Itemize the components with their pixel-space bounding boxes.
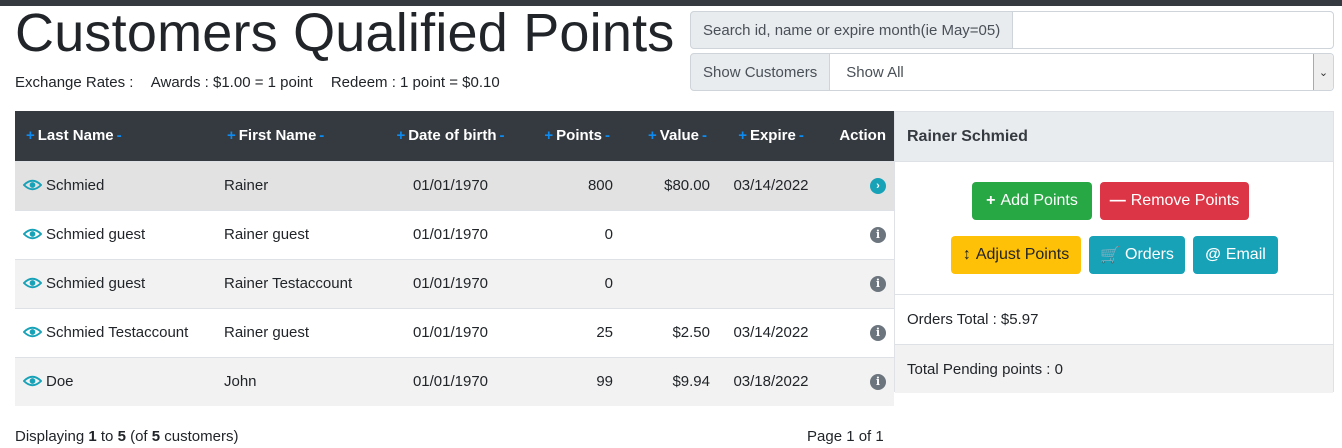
cell-points: 25	[527, 307, 621, 357]
cell-expire	[718, 258, 824, 308]
cell-points: 0	[527, 209, 621, 259]
cart-icon: 🛒	[1100, 247, 1121, 264]
cell-first-name: Rainer guest	[216, 307, 374, 357]
cell-dob: 01/01/1970	[374, 258, 527, 308]
table-header-row: + Last Name - + First Name - + Date of birth -…	[15, 111, 894, 161]
table-row[interactable]: Schmied Testaccount Rainer guest 01/01/1…	[15, 307, 894, 357]
eye-icon[interactable]	[23, 375, 42, 387]
cell-last-name[interactable]: Schmied guest	[15, 258, 216, 308]
page-indicator: Page 1 of 1	[807, 428, 884, 445]
exchange-rates: Exchange Rates : Awards : $1.00 = 1 poin…	[15, 74, 514, 91]
adjust-points-button[interactable]: ↕ Adjust Points	[951, 236, 1081, 274]
cell-dob: 01/01/1970	[374, 307, 527, 357]
header-dob[interactable]: + Date of birth -	[374, 111, 527, 161]
header-last-name[interactable]: + Last Name -	[15, 111, 216, 161]
cell-expire	[718, 209, 824, 259]
info-icon[interactable]: i	[870, 374, 886, 391]
cell-value: $9.94	[621, 356, 718, 406]
email-button[interactable]: @ Email	[1193, 236, 1278, 274]
pagination-summary: Displaying 1 to 5 (of 5 customers)	[15, 428, 239, 445]
cell-dob: 01/01/1970	[374, 209, 527, 259]
cell-value	[621, 209, 718, 259]
cell-value: $2.50	[621, 307, 718, 357]
cell-action: ›	[824, 160, 894, 210]
show-customers-value: Show All	[846, 63, 904, 81]
page-title: Customers Qualified Points	[15, 3, 675, 63]
chevron-down-icon[interactable]: ⌄	[1313, 54, 1333, 90]
eye-icon[interactable]	[23, 326, 42, 338]
cell-last-name[interactable]: Schmied guest	[15, 209, 216, 259]
cell-dob: 01/01/1970	[374, 356, 527, 406]
orders-total: Orders Total : $5.97	[907, 311, 1039, 328]
panel-actions: + Add Points — Remove Points ↕ Adjust Point…	[895, 162, 1333, 295]
table-row[interactable]: Schmied guest Rainer Testaccount 01/01/1…	[15, 258, 894, 308]
cell-action: i	[824, 209, 894, 259]
cell-first-name: Rainer	[216, 160, 374, 210]
show-customers-select[interactable]: Show All ⌄	[830, 53, 1334, 91]
header-expire[interactable]: + Expire -	[718, 111, 824, 161]
eye-icon[interactable]	[23, 179, 42, 191]
search-label: Search id, name or expire month(ie May=0…	[690, 11, 1014, 49]
header-value[interactable]: + Value -	[621, 111, 718, 161]
cell-dob: 01/01/1970	[374, 160, 527, 210]
cell-last-name[interactable]: Schmied	[15, 160, 216, 210]
panel-customer-name: Rainer Schmied	[895, 112, 1333, 162]
exchange-rates-label: Exchange Rates :	[15, 74, 134, 91]
table-row[interactable]: Doe John 01/01/1970 99 $9.94 03/18/2022 …	[15, 356, 894, 406]
cell-value: $80.00	[621, 160, 718, 210]
cell-points: 800	[527, 160, 621, 210]
minus-icon: —	[1109, 192, 1126, 209]
filter-group: Show Customers Show All ⌄	[690, 53, 1334, 91]
table-row[interactable]: Schmied Rainer 01/01/1970 800 $80.00 03/…	[15, 160, 894, 210]
search-group: Search id, name or expire month(ie May=0…	[690, 11, 1334, 49]
cell-first-name: John	[216, 356, 374, 406]
info-icon[interactable]: i	[870, 227, 886, 244]
cell-expire: 03/14/2022	[718, 307, 824, 357]
cell-expire: 03/14/2022	[718, 160, 824, 210]
arrows-vertical-icon: ↕	[962, 246, 971, 263]
pending-points: Total Pending points : 0	[895, 344, 1333, 393]
plus-icon: +	[986, 192, 996, 209]
eye-icon[interactable]	[23, 228, 42, 240]
remove-points-button[interactable]: — Remove Points	[1100, 182, 1249, 220]
cell-first-name: Rainer Testaccount	[216, 258, 374, 308]
header-action: Action	[824, 111, 894, 161]
add-points-button[interactable]: + Add Points	[972, 182, 1092, 220]
show-customers-label: Show Customers	[690, 53, 831, 91]
table-row[interactable]: Schmied guest Rainer guest 01/01/1970 0 …	[15, 209, 894, 259]
cell-value	[621, 258, 718, 308]
customer-panel: Rainer Schmied + Add Points — Remove Point…	[894, 111, 1334, 393]
cell-action: i	[824, 307, 894, 357]
header-first-name[interactable]: + First Name -	[216, 111, 374, 161]
cell-action: i	[824, 258, 894, 308]
header-points[interactable]: + Points -	[527, 111, 621, 161]
chevron-right-icon[interactable]: ›	[870, 178, 886, 195]
redeem-rate: Redeem : 1 point = $0.10	[330, 74, 500, 91]
at-icon: @	[1205, 246, 1221, 263]
search-input[interactable]	[1013, 11, 1334, 49]
cell-points: 99	[527, 356, 621, 406]
cell-action: i	[824, 356, 894, 406]
info-icon[interactable]: i	[870, 276, 886, 293]
cell-last-name[interactable]: Doe	[15, 356, 216, 406]
cell-points: 0	[527, 258, 621, 308]
cell-last-name[interactable]: Schmied Testaccount	[15, 307, 216, 357]
orders-button[interactable]: 🛒 Orders	[1089, 236, 1185, 274]
awards-rate: Awards : $1.00 = 1 point	[150, 74, 313, 91]
info-icon[interactable]: i	[870, 325, 886, 342]
cell-expire: 03/18/2022	[718, 356, 824, 406]
eye-icon[interactable]	[23, 277, 42, 289]
customers-table: + Last Name - + First Name - + Date of birth -…	[15, 111, 894, 406]
cell-first-name: Rainer guest	[216, 209, 374, 259]
